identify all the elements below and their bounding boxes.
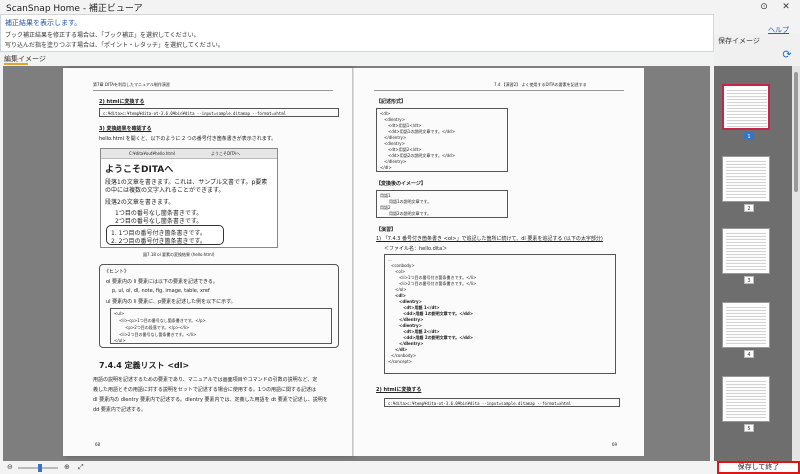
browser-heading: ようこそDITAへ (105, 165, 174, 175)
saved-images-label: 保存イメージ (718, 37, 760, 45)
save-and-exit-button[interactable]: 保存して終了 (717, 461, 800, 474)
code-box: c:¥dita>c:¥temp¥dita-ot-3.6.0¥bin¥dita -… (99, 108, 339, 117)
syntax-box: <dl> <dlentry> <dt>用語1</dt> <dd>用語1の説明文章… (376, 108, 508, 172)
thumbnail-number: 5 (744, 424, 754, 432)
zoom-in-icon[interactable]: ⊕ (64, 463, 70, 471)
figure-caption: 図7.18 ol 要素の変換結果 (hello.html) (143, 252, 215, 257)
hint-box: 《ヒント》 ol 要素内の li 要素には以下の要素を記述できる。 p, ul,… (99, 264, 339, 348)
browser-screenshot: C:¥dita¥out¥hello.html ようこそDITAへ ようこそDIT… (100, 148, 278, 248)
rotate-icon[interactable]: ⟳ (779, 47, 795, 63)
info-instruction-retouch: 写り込んだ指を塗りつぶす場合は、「ポイント・レタッチ」を選択してください。 (5, 42, 224, 49)
practice-step: 1) 「7.4.3 番号付き箇条書き <ol>」で追記した箇所に続けて、dl 要… (376, 236, 603, 242)
close-icon[interactable]: ✕ (776, 0, 796, 14)
pin-icon[interactable]: ⊙ (754, 0, 774, 14)
info-panel: 補正結果を表示します。 ブック補正結果を修正する場合は、「ブック補正」を選択して… (0, 14, 714, 52)
zoom-out-icon[interactable]: ⊖ (7, 463, 13, 471)
page-header: 7.4 【演習2】 よく使用するDITAの要素を記述する (494, 82, 587, 87)
after-label: 【変換後のイメージ】 (376, 181, 426, 187)
step-heading: 2) htmlに変換する (99, 99, 145, 105)
code-box: c:¥dita>c:¥temp¥dita-ot-3.6.0¥bin¥dita -… (384, 398, 620, 407)
window-title: ScanSnap Home - 補正ビューア (6, 4, 143, 14)
zoom-slider-handle[interactable] (38, 464, 42, 472)
info-instruction-book: ブック補正結果を修正する場合は、「ブック補正」を選択してください。 (5, 32, 200, 39)
thumbnail-list[interactable]: 1 2 3 4 5 (714, 66, 792, 461)
thumbnail-number: 3 (744, 276, 754, 284)
section-title: 7.4.4 定義リスト <dl> (99, 361, 190, 370)
thumbnail-page-2[interactable] (722, 156, 770, 202)
file-name: ＜ファイル名：hello.dita＞ (384, 246, 448, 252)
page-header: 第7章 DITAを利用したマニュアル制作演習 (93, 82, 170, 87)
thumbnail-number: 2 (744, 204, 754, 212)
thumbnail-number: 4 (744, 350, 754, 358)
right-page: 7.4 【演習2】 よく使用するDITAの要素を記述する 【記述形式】 <dl>… (354, 68, 644, 456)
status-bar (0, 462, 714, 474)
step-heading: 3) 変換結果を確認する (99, 126, 152, 132)
code-block: ... <conbody> <ol> <li>1つ目の番号付き箇条書きです。</… (384, 254, 616, 374)
thumbnail-page-5[interactable] (722, 376, 770, 422)
left-page: 第7章 DITAを利用したマニュアル制作演習 2) htmlに変換する c:¥d… (63, 68, 353, 456)
body-text: hello.html を開くと、以下のように 2 つの番号付き箇条書きが表示され… (99, 136, 277, 142)
info-message: 補正結果を表示します。 (5, 19, 82, 27)
after-box: 用語1 用語1の説明文章です。 用語2 用語2の説明文章です。 (376, 190, 508, 218)
thumbnail-scrollbar[interactable] (792, 66, 800, 461)
page-number: 69 (612, 442, 618, 447)
step-heading: 2) htmlに変換する (376, 387, 422, 393)
image-viewer[interactable]: 第7章 DITAを利用したマニュアル制作演習 2) htmlに変換する c:¥d… (3, 66, 710, 461)
title-bar: ScanSnap Home - 補正ビューア ⊙ ✕ (0, 0, 800, 14)
thumbnail-page-3[interactable] (722, 228, 770, 274)
practice-label: 【演習】 (376, 227, 397, 233)
highlight-box: 1. 1つ目の番号付き箇条書きです。 2. 2つ目の番号付き箇条書きです。 (106, 225, 224, 245)
thumbnail-page-4[interactable] (722, 302, 770, 348)
thumbnail-number: 1 (744, 132, 754, 140)
page-number: 68 (95, 442, 101, 447)
fit-page-icon[interactable]: ⤢ (78, 463, 84, 472)
syntax-label: 【記述形式】 (376, 99, 407, 105)
thumbnail-page-1[interactable] (722, 84, 770, 130)
